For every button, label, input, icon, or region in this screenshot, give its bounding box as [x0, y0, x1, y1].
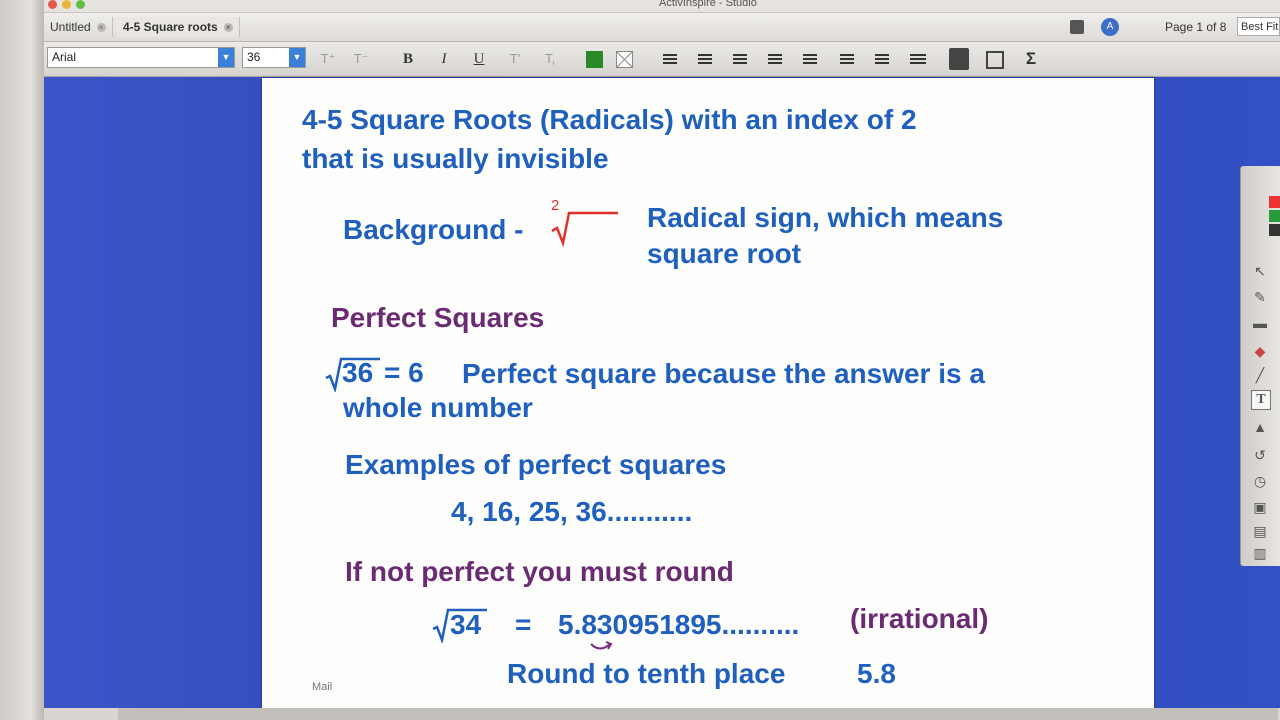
radicand: 34	[450, 609, 482, 640]
irrational-label: (irrational)	[850, 603, 989, 634]
window-controls	[48, 0, 90, 14]
zoom-window-button[interactable]	[76, 0, 85, 9]
undo-icon[interactable]: ↺	[1251, 446, 1269, 464]
tab-label: Untitled	[50, 20, 91, 34]
outdent-icon[interactable]	[875, 54, 889, 64]
rounded-value: 5.8	[857, 658, 896, 689]
align-center-icon[interactable]	[698, 54, 712, 64]
perfect-square-explanation-line1: Perfect square because the answer is a	[462, 358, 985, 389]
select-tool-icon[interactable]: ↖	[1251, 262, 1269, 280]
close-window-button[interactable]	[48, 0, 57, 9]
insert-table-icon[interactable]	[949, 48, 969, 70]
minimize-window-button[interactable]	[62, 0, 71, 9]
monitor-bezel	[0, 0, 44, 720]
italic-button[interactable]: I	[434, 49, 454, 69]
page-indicator: Page 1 of 8	[1165, 20, 1227, 34]
chevron-down-icon[interactable]: ▼	[289, 48, 305, 67]
app-title: ActivInspire - Studio	[659, 0, 757, 9]
color-red-swatch[interactable]	[1269, 196, 1280, 208]
examples-heading: Examples of perfect squares	[345, 449, 727, 480]
page-title-line2: that is usually invisible	[302, 143, 609, 174]
perfect-square-explanation-line2: whole number	[343, 392, 533, 423]
font-size-value: 36	[247, 50, 261, 64]
radical-desc-line2: square root	[647, 238, 802, 269]
background-label: Background -	[343, 214, 524, 245]
color-black-swatch[interactable]	[1269, 224, 1280, 236]
justify-icon[interactable]	[768, 54, 782, 64]
color-green-swatch[interactable]	[1269, 210, 1280, 222]
round-tenth-label: Round to tenth place	[507, 658, 786, 689]
no-fill-icon	[616, 51, 633, 68]
select-all-icon[interactable]	[986, 51, 1004, 69]
toolbox-panel: ↖ ✎ ▬ ◆ ╱ T ▲ ↺ ◷ ▣ ▤ ▥	[1240, 166, 1280, 566]
clock-icon[interactable]: ◷	[1251, 472, 1269, 490]
decrease-font-icon[interactable]: T⁻	[351, 49, 371, 69]
zoom-select[interactable]: Best Fit	[1237, 17, 1280, 36]
align-right-icon[interactable]	[733, 54, 747, 64]
tab-untitled[interactable]: Untitled ×	[44, 17, 113, 37]
close-tab-icon[interactable]: ×	[223, 23, 233, 33]
radical-index: 2	[551, 197, 560, 214]
toolbox-more-icon[interactable]: ▥	[1251, 544, 1269, 562]
equals-sign: =	[515, 609, 532, 640]
subscript-icon[interactable]: T,	[540, 49, 560, 69]
pen-tool-icon[interactable]: ✎	[1251, 288, 1269, 306]
round-heading: If not perfect you must round	[345, 556, 734, 587]
examples-list: 4, 16, 25, 36...........	[451, 496, 693, 527]
font-size-select[interactable]: 36 ▼	[242, 47, 306, 68]
perfect-squares-heading: Perfect Squares	[331, 302, 545, 333]
increase-font-icon[interactable]: T⁺	[318, 49, 338, 69]
equation-button[interactable]: Σ	[1021, 49, 1041, 69]
format-toolbar: Arial ▼ 36 ▼ T⁺ T⁻ B I U T' T, Σ	[44, 42, 1280, 77]
radical-desc-line1: Radical sign, which means	[647, 202, 1004, 233]
decimal-value: 5.830951895..........	[558, 609, 800, 640]
eraser-tool-icon[interactable]: ◆	[1251, 342, 1269, 360]
camera-icon[interactable]: ▣	[1251, 498, 1269, 516]
tab-square-roots[interactable]: 4-5 Square roots ×	[117, 17, 240, 37]
close-tab-icon[interactable]: ×	[96, 23, 106, 33]
highlighter-tool-icon[interactable]: ▬	[1251, 314, 1269, 332]
document-tab-bar: Untitled × 4-5 Square roots × A Page 1 of …	[44, 13, 1280, 42]
distribute-icon[interactable]	[803, 54, 817, 64]
page-tool-icon[interactable]: ▤	[1251, 522, 1269, 540]
tab-label: 4-5 Square roots	[123, 20, 218, 34]
dock-strip	[118, 708, 1278, 720]
page-title-line1: 4-5 Square Roots (Radicals) with an inde…	[302, 104, 917, 135]
align-left-icon[interactable]	[663, 54, 677, 64]
text-color-swatch[interactable]	[586, 51, 603, 68]
font-family-value: Arial	[52, 50, 77, 64]
superscript-icon[interactable]: T'	[505, 49, 525, 69]
mail-dock-label[interactable]: Mail	[312, 681, 332, 693]
page-browser-icon[interactable]	[1070, 20, 1084, 34]
rounding-arrow-icon	[590, 641, 613, 650]
profile-icon[interactable]: A	[1101, 18, 1119, 36]
shape-tool-icon[interactable]: ╱	[1251, 366, 1269, 384]
indent-icon[interactable]	[840, 54, 854, 64]
chevron-down-icon[interactable]: ▼	[218, 48, 234, 67]
bullet-list-icon[interactable]	[910, 54, 926, 64]
sqrt36-result: = 6	[384, 357, 424, 388]
underline-button[interactable]: U	[469, 49, 489, 69]
font-family-select[interactable]: Arial ▼	[47, 47, 235, 68]
fill-tool-icon[interactable]: ▲	[1251, 418, 1269, 436]
bold-button[interactable]: B	[398, 49, 418, 69]
highlight-none-swatch[interactable]	[616, 51, 633, 68]
radicand: 36	[342, 357, 374, 388]
text-tool-icon[interactable]: T	[1251, 390, 1271, 410]
title-bar: ActivInspire - Studio	[44, 0, 1280, 13]
